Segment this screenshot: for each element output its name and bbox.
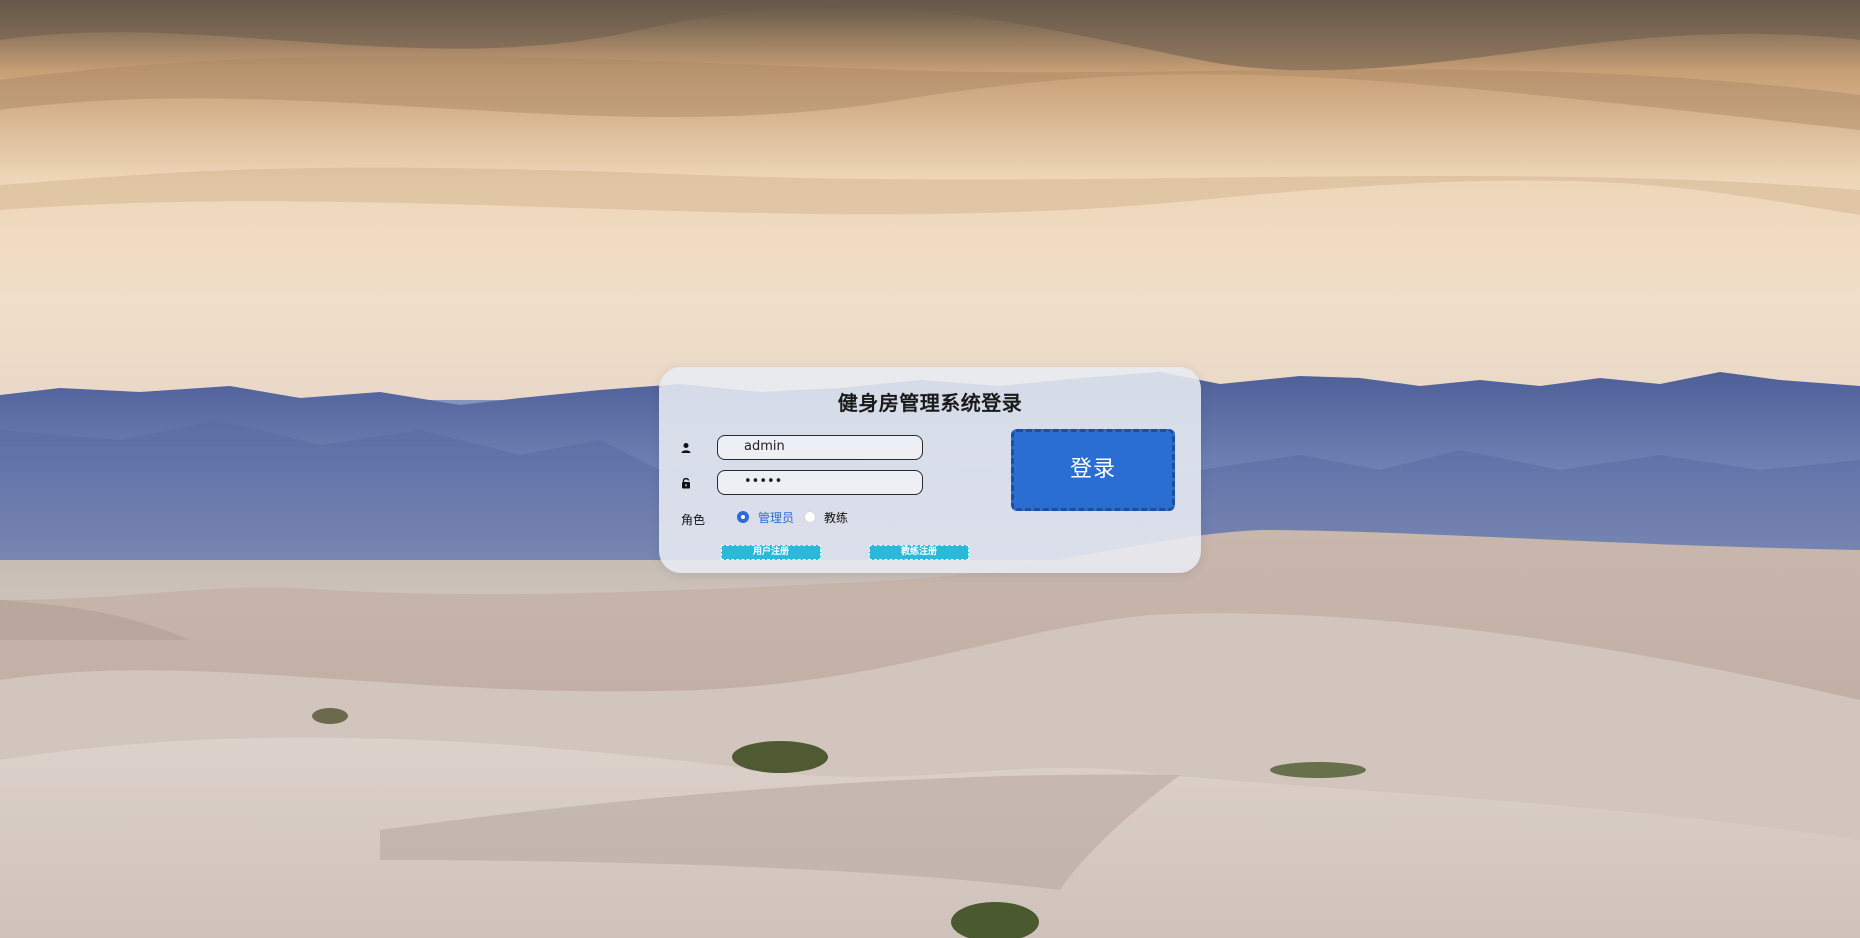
login-button[interactable]: 登录: [1011, 429, 1175, 511]
login-page: 健身房管理系统登录 admin ••••• 角色 管理员 教练 用户注册 教练注…: [0, 0, 1860, 938]
username-input[interactable]: admin: [717, 435, 923, 460]
lock-icon: [682, 477, 690, 489]
role-label: 角色: [681, 513, 706, 527]
radio-coach[interactable]: [804, 511, 816, 523]
radio-coach-label[interactable]: 教练: [824, 509, 848, 526]
user-icon: [681, 443, 691, 453]
user-register-button[interactable]: 用户注册: [721, 545, 821, 560]
coach-register-button[interactable]: 教练注册: [869, 545, 969, 560]
login-title: 健身房管理系统登录: [837, 391, 1023, 415]
password-input[interactable]: •••••: [717, 470, 923, 495]
radio-admin-label[interactable]: 管理员: [758, 509, 794, 526]
radio-admin[interactable]: [737, 511, 749, 523]
login-card: 健身房管理系统登录 admin ••••• 角色 管理员 教练 用户注册 教练注…: [659, 367, 1201, 573]
